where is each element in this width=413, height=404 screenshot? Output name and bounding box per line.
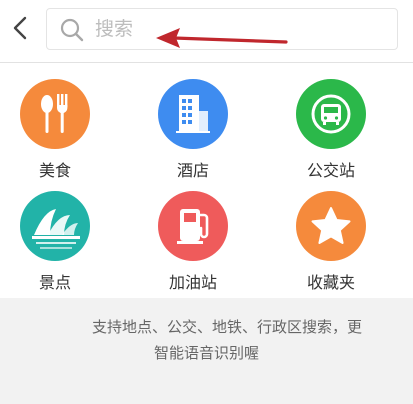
chevron-left-icon <box>13 16 27 40</box>
category-label: 加油站 <box>168 273 217 292</box>
category-attraction[interactable]: 景点 <box>0 185 110 297</box>
category-label: 美食 <box>38 161 71 180</box>
category-grid: 美食 酒店 公交站 景点 加油站 收藏夹 <box>0 63 413 298</box>
annotation-arrow <box>156 28 288 48</box>
sydney-opera-house-icon <box>32 209 80 249</box>
hint-line-1: 支持地点、公交、地铁、行政区搜索，更 <box>92 318 363 336</box>
search-placeholder: 搜索 <box>95 18 134 40</box>
category-label: 收藏夹 <box>306 273 355 292</box>
hotel-circle <box>158 79 228 149</box>
building-icon <box>176 95 210 133</box>
fork-knife-icon <box>41 94 68 133</box>
bus-stop-circle <box>296 79 366 149</box>
favorites-circle <box>296 191 366 261</box>
category-gas-station[interactable]: 加油站 <box>138 185 248 297</box>
attraction-circle <box>20 191 90 261</box>
category-bus-stop[interactable]: 公交站 <box>276 73 386 185</box>
search-icon <box>60 18 84 42</box>
category-label: 公交站 <box>306 161 355 180</box>
food-circle <box>20 79 90 149</box>
back-button[interactable] <box>0 0 40 56</box>
category-label: 景点 <box>38 273 71 292</box>
gas-station-circle <box>158 191 228 261</box>
gas-pump-icon <box>177 209 209 244</box>
star-icon <box>311 207 351 244</box>
category-food[interactable]: 美食 <box>0 73 110 185</box>
top-bar: 搜索 <box>0 0 413 63</box>
category-favorites[interactable]: 收藏夹 <box>276 185 386 297</box>
hint-line-2: 智能语音识别喔 <box>153 344 259 362</box>
category-hotel[interactable]: 酒店 <box>138 73 248 185</box>
bus-icon <box>311 94 351 134</box>
category-label: 酒店 <box>176 161 209 180</box>
